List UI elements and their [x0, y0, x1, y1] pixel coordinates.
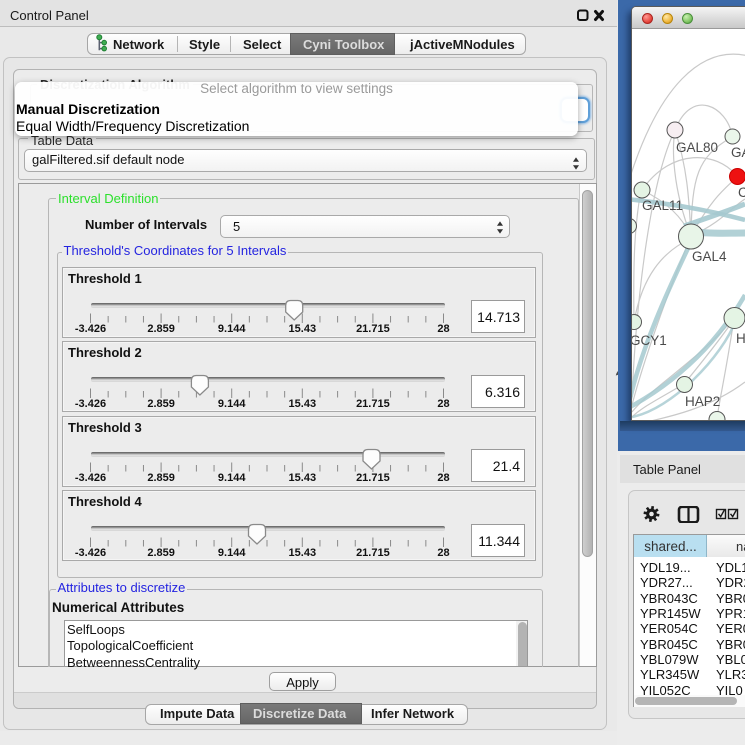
svg-text:GAL11: GAL11	[642, 198, 683, 213]
svg-text:GAL80: GAL80	[676, 140, 718, 155]
svg-text:HAP2: HAP2	[685, 394, 720, 409]
svg-text:GCY1: GCY1	[632, 333, 667, 348]
svg-text:GAL4: GAL4	[692, 249, 727, 264]
svg-text:H: H	[736, 331, 745, 346]
svg-text:C: C	[738, 185, 745, 200]
svg-text:GA: GA	[731, 145, 745, 160]
